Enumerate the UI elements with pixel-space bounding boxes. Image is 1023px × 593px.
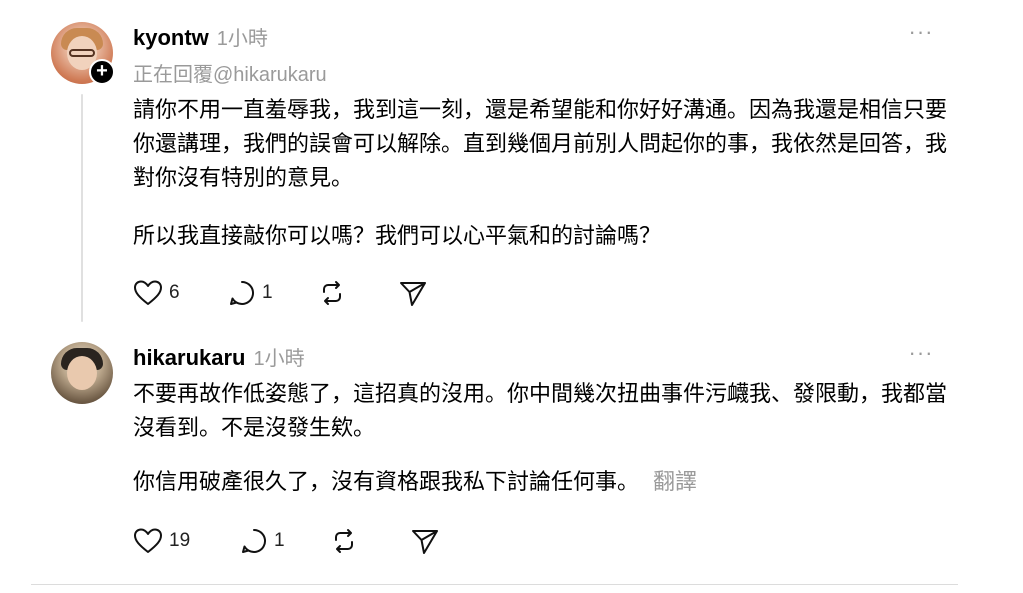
more-icon[interactable]: ··· bbox=[906, 342, 936, 367]
translate-link[interactable]: 翻譯 bbox=[653, 469, 697, 494]
send-icon bbox=[400, 282, 426, 306]
post-time: 1小時 bbox=[253, 348, 305, 370]
avatar-face bbox=[67, 356, 97, 390]
post-body-text: 你信用破產很久了，沒有資格跟我私下討論任何事。 bbox=[133, 469, 640, 494]
follow-plus-icon[interactable]: + bbox=[89, 59, 115, 85]
like-count: 19 bbox=[169, 530, 191, 551]
like-button[interactable]: 19 bbox=[133, 526, 190, 556]
heart-icon bbox=[134, 280, 162, 305]
feed-divider bbox=[31, 584, 958, 585]
post-actions: 6 1 bbox=[133, 278, 453, 308]
post-hikarukaru: hikarukaru 1小時 ··· 不要再故作低姿態了，這招真的沒用。你中間幾次… bbox=[0, 330, 1023, 593]
post-author[interactable]: kyontw 1小時 bbox=[133, 22, 268, 51]
more-icon[interactable]: ··· bbox=[906, 21, 936, 46]
reply-count: 1 bbox=[262, 282, 273, 303]
heart-icon bbox=[134, 528, 162, 553]
post-body-paragraph: 你信用破產很久了，沒有資格跟我私下討論任何事。 翻譯 bbox=[133, 465, 963, 499]
post-time: 1小時 bbox=[216, 28, 268, 50]
post-kyontw: + kyontw 1小時 正在回覆@hikarukaru ··· 請你不用一直羞辱… bbox=[0, 0, 1023, 330]
repost-button[interactable] bbox=[318, 278, 346, 308]
comment-icon bbox=[242, 528, 266, 553]
avatar-hikarukaru[interactable] bbox=[51, 342, 113, 404]
reply-button[interactable]: 1 bbox=[240, 526, 285, 556]
like-button[interactable]: 6 bbox=[133, 278, 180, 308]
repost-button[interactable] bbox=[330, 526, 358, 556]
share-button[interactable] bbox=[410, 526, 440, 556]
post-actions: 19 1 bbox=[133, 526, 453, 556]
thread-line bbox=[81, 94, 83, 322]
like-count: 6 bbox=[169, 282, 180, 303]
post-author[interactable]: hikarukaru 1小時 bbox=[133, 342, 305, 371]
comment-icon bbox=[230, 280, 254, 305]
username[interactable]: kyontw bbox=[133, 25, 209, 50]
repost-icon bbox=[335, 529, 353, 553]
reply-button[interactable]: 1 bbox=[228, 278, 273, 308]
post-body-paragraph: 所以我直接敲你可以嗎？我們可以心平氣和的討論嗎？ bbox=[133, 223, 662, 248]
reply-count: 1 bbox=[274, 530, 285, 551]
username[interactable]: hikarukaru bbox=[133, 345, 246, 370]
share-button[interactable] bbox=[398, 278, 428, 308]
post-body-paragraph: 不要再故作低姿態了，這招真的沒用。你中間幾次扭曲事件污衊我、發限動，我都當沒看到… bbox=[133, 381, 948, 440]
post-body-paragraph: 請你不用一直羞辱我，我到這一刻，還是希望能和你好好溝通。因為我還是相信只要你還講… bbox=[133, 97, 948, 190]
repost-icon bbox=[323, 281, 341, 305]
reply-to-label[interactable]: 正在回覆@hikarukaru bbox=[133, 58, 327, 87]
avatar-glasses bbox=[69, 49, 95, 57]
send-icon bbox=[412, 530, 438, 554]
